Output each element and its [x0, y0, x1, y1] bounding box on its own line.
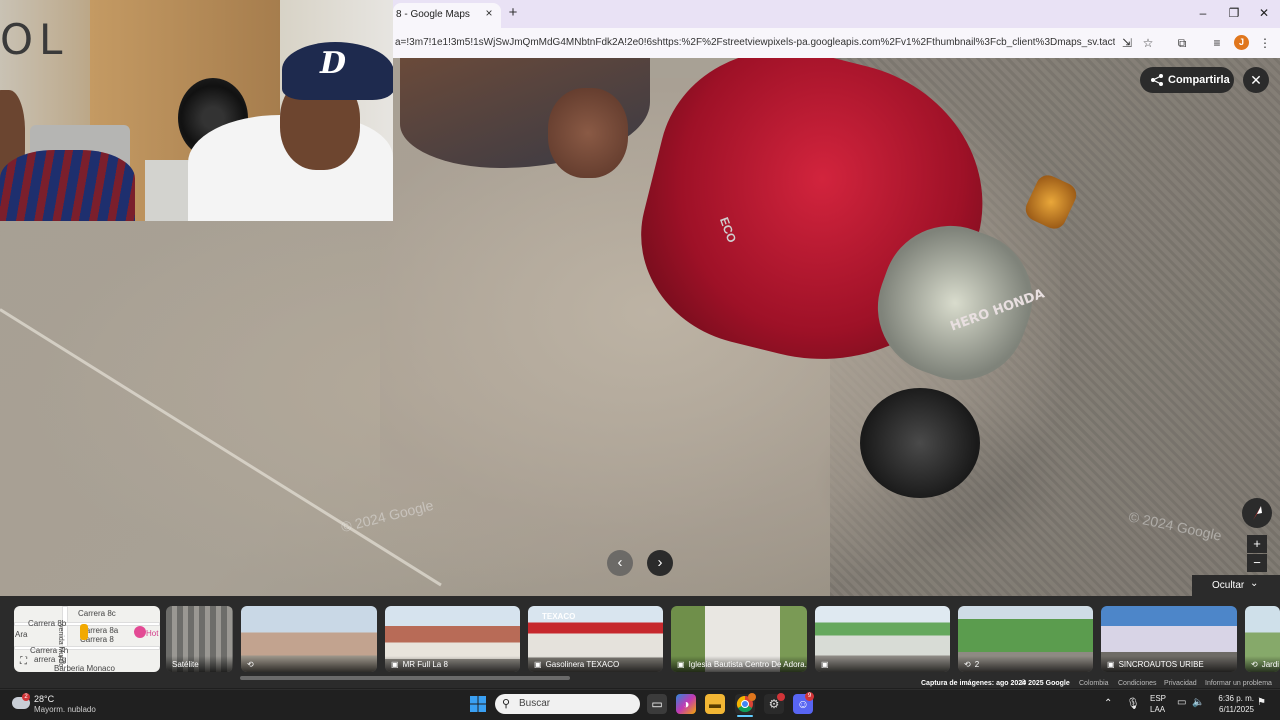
prev-photo-button[interactable]: ‹	[607, 550, 633, 576]
copyright: © 2025 Google	[1021, 680, 1070, 687]
satellite-thumbnail[interactable]: Satélite	[166, 606, 233, 672]
photo-thumbnail-mr-full[interactable]: ▣ MR Full La 8	[385, 606, 520, 672]
photo-thumbnail-sincroautos[interactable]: ▣ SINCROAUTOS URIBE	[1101, 606, 1237, 672]
discord-badge: 9	[805, 692, 814, 701]
expand-map-icon[interactable]: ⛶	[20, 656, 27, 667]
clock-time[interactable]: 6:36 p. m.	[1214, 694, 1254, 703]
windows-taskbar	[0, 689, 1280, 720]
task-view-icon[interactable]: ▭	[647, 694, 667, 714]
maximize-button[interactable]: ❐	[1225, 4, 1243, 22]
thumbnail-label: ⟲ Jardi	[1245, 656, 1280, 672]
thumbnail-label: ▣ Iglesia Bautista Centro De Adora...	[671, 656, 807, 672]
install-app-icon[interactable]: ⇲	[1118, 34, 1136, 52]
360-icon: ⟲	[964, 660, 971, 669]
tab-title: 8 - Google Maps	[396, 9, 470, 20]
media-control-icon[interactable]: ≡	[1208, 34, 1226, 52]
close-streetview-button[interactable]: ✕	[1243, 67, 1269, 93]
photo-thumbnail[interactable]: ⟲	[241, 606, 377, 672]
terms-link[interactable]: Condiciones	[1118, 680, 1157, 687]
minimize-button[interactable]: –	[1194, 4, 1212, 22]
thumbnail-label: ▣ SINCROAUTOS URIBE	[1101, 656, 1237, 672]
language-layout[interactable]: LAA	[1150, 705, 1165, 714]
file-explorer-icon[interactable]: ▬	[705, 694, 725, 714]
camera-icon: ▣	[391, 660, 399, 669]
360-icon: ⟲	[247, 660, 254, 669]
maps-footer: Captura de imágenes: ago 2024 © 2025 Goo…	[0, 679, 1280, 689]
camera-icon: ▣	[821, 660, 829, 669]
zoom-out-button[interactable]: −	[1247, 554, 1267, 572]
camera-icon: ▣	[677, 660, 685, 669]
texaco-sign: TEXACO	[542, 612, 576, 621]
chrome-badge	[748, 693, 756, 701]
bookmark-star-icon[interactable]: ☆	[1139, 34, 1157, 52]
hide-label: Ocultar	[1212, 580, 1245, 591]
camera-icon: ▣	[534, 660, 542, 669]
privacy-link[interactable]: Privacidad	[1164, 680, 1197, 687]
photo-thumbnail[interactable]: ▣	[815, 606, 950, 672]
menu-kebab-icon[interactable]: ⋮	[1256, 34, 1274, 52]
weather-badge: 2	[22, 693, 30, 701]
chevron-down-icon: ⌄	[1250, 578, 1259, 589]
capture-date: Captura de imágenes: ago 2024	[921, 680, 1027, 687]
profile-avatar[interactable]: J	[1234, 35, 1249, 50]
windows-start-icon[interactable]	[470, 696, 486, 712]
weather-temp[interactable]: 28°C	[34, 694, 54, 704]
photo-thumbnail-iglesia[interactable]: ▣ Iglesia Bautista Centro De Adora...	[671, 606, 807, 672]
weather-desc[interactable]: Mayorm. nublado	[34, 705, 96, 714]
taskbar-search-input[interactable]: Buscar	[495, 694, 640, 714]
compass-needle-icon	[1249, 504, 1265, 522]
map-label: Carrera 8c	[78, 609, 116, 618]
map-label: Ara	[15, 630, 28, 639]
360-icon: ⟲	[1251, 660, 1258, 669]
map-label: venida Murillo	[57, 624, 64, 668]
webcam-overlay: OL D	[0, 0, 393, 221]
road-edge-line	[0, 308, 442, 587]
active-app-indicator	[737, 715, 753, 717]
search-icon: ⚲	[502, 698, 511, 710]
network-icon[interactable]: ▭	[1177, 697, 1186, 708]
microphone-icon[interactable]: 🎙	[1126, 697, 1140, 710]
motorcycle-wheel	[860, 388, 980, 498]
extensions-icon[interactable]: ⧉	[1173, 34, 1191, 52]
rider-hand	[548, 88, 628, 178]
zoom-in-button[interactable]: +	[1247, 535, 1267, 553]
volume-icon[interactable]: 🔈	[1192, 697, 1204, 708]
webcam-person-left	[0, 150, 135, 221]
share-label: Compartirla	[1168, 74, 1230, 86]
thumbnail-label: Satélite	[166, 656, 233, 672]
thumbnail-label: ▣ Gasolinera TEXACO	[528, 656, 663, 672]
report-link[interactable]: Informar un problema	[1205, 680, 1272, 687]
map-label: Hot	[146, 629, 159, 638]
camera-icon: ▣	[1107, 660, 1115, 669]
steam-badge	[777, 693, 785, 701]
webcam-wall-sign: OL	[0, 15, 69, 64]
thumbnail-label: ▣ MR Full La 8	[385, 656, 520, 672]
pegman-icon	[80, 624, 88, 640]
photo-thumbnail[interactable]: ⟲ 2	[958, 606, 1093, 672]
minimap-thumbnail[interactable]: Carrera 8c Carrera 8b Carrera 8a Carrera…	[14, 606, 160, 672]
tab-close-icon[interactable]: ×	[482, 6, 496, 20]
hotel-pin-icon	[134, 626, 146, 638]
hide-strip-button[interactable]: Ocultar	[1192, 575, 1280, 596]
thumbnail-label: ⟲	[241, 656, 377, 672]
new-tab-button[interactable]: +	[505, 5, 521, 21]
desktop-screen: 8 - Google Maps × + – ❐ ✕ a=!3m7!1e1!3m5…	[0, 0, 1280, 720]
thumbnail-label: ▣	[815, 656, 950, 672]
clock-date[interactable]: 6/11/2025	[1212, 705, 1254, 714]
country-link[interactable]: Colombia	[1079, 680, 1109, 687]
cap-logo: D	[320, 46, 347, 81]
address-bar[interactable]: a=!3m7!1e1!3m5!1sWjSwJmQmMdG4MNbtnFdk2A!…	[393, 32, 1115, 54]
window-close-button[interactable]: ✕	[1255, 4, 1273, 22]
thumbnail-label: ⟲ 2	[958, 656, 1093, 672]
notifications-icon[interactable]: ⚑	[1257, 697, 1266, 708]
photo-thumbnail-texaco[interactable]: TEXACO ▣ Gasolinera TEXACO	[528, 606, 663, 672]
copilot-icon[interactable]: ◑	[676, 694, 696, 714]
browser-tab-strip	[393, 0, 1280, 28]
share-icon	[1150, 73, 1164, 87]
next-photo-button[interactable]: ›	[647, 550, 673, 576]
language-code[interactable]: ESP	[1150, 694, 1166, 703]
tray-chevron-icon[interactable]: ⌃	[1104, 698, 1112, 709]
photo-thumbnail-jardin[interactable]: ⟲ Jardi	[1245, 606, 1280, 672]
